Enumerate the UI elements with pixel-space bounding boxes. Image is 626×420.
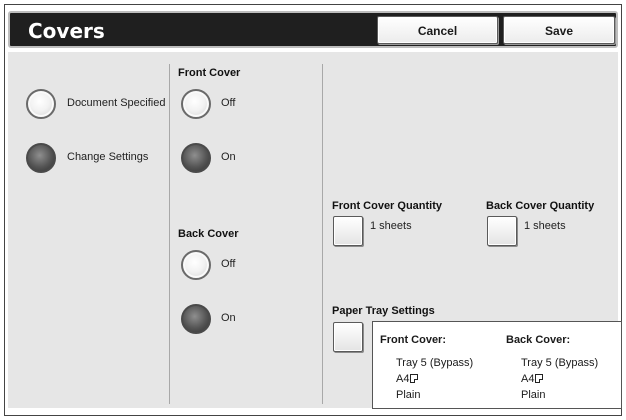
front-cover-paper-type: Plain (396, 389, 421, 401)
back-cover-size-text: A4 (521, 373, 535, 385)
back-cover-paper-type: Plain (521, 389, 546, 401)
column-divider-right (322, 64, 323, 404)
column-divider-left (169, 64, 170, 404)
back-cover-heading: Back Cover (178, 228, 239, 240)
front-cover-on-radio[interactable] (181, 143, 211, 173)
paper-tray-summary: Front Cover: Tray 5 (Bypass) A4 Plain Ba… (372, 321, 622, 409)
front-cover-on-label: On (221, 151, 236, 163)
front-cover-tray-name: Tray 5 (Bypass) (396, 357, 474, 369)
document-specified-radio[interactable] (26, 89, 56, 119)
front-cover-size-text: A4 (396, 373, 410, 385)
back-cover-paper-size: A4 (521, 373, 544, 385)
back-cover-quantity-button[interactable] (487, 216, 517, 246)
back-cover-quantity-label: Back Cover Quantity (486, 200, 595, 212)
back-cover-tray-heading: Back Cover: (506, 334, 571, 346)
back-cover-off-radio[interactable] (181, 250, 211, 280)
front-cover-off-radio[interactable] (181, 89, 211, 119)
front-cover-quantity-value: 1 sheets (370, 220, 412, 232)
document-specified-label: Document Specified (67, 97, 166, 109)
paper-tray-settings-button[interactable] (333, 322, 363, 352)
back-cover-off-label: Off (221, 258, 236, 270)
back-cover-on-radio[interactable] (181, 304, 211, 334)
back-cover-tray-name: Tray 5 (Bypass) (521, 357, 599, 369)
front-cover-quantity-label: Front Cover Quantity (332, 200, 443, 212)
cancel-button[interactable]: Cancel (377, 16, 498, 44)
paper-orientation-icon (535, 374, 544, 383)
page-title: Covers (28, 19, 105, 43)
back-cover-on-label: On (221, 312, 236, 324)
front-cover-quantity-button[interactable] (333, 216, 363, 246)
front-cover-off-label: Off (221, 97, 236, 109)
front-cover-tray-heading: Front Cover: (380, 334, 446, 346)
change-settings-radio[interactable] (26, 143, 56, 173)
paper-tray-settings-label: Paper Tray Settings (332, 305, 435, 317)
front-cover-heading: Front Cover (178, 67, 241, 79)
back-cover-quantity-value: 1 sheets (524, 220, 566, 232)
front-cover-paper-size: A4 (396, 373, 419, 385)
change-settings-label: Change Settings (67, 151, 149, 163)
paper-orientation-icon (410, 374, 419, 383)
save-button[interactable]: Save (503, 16, 615, 44)
